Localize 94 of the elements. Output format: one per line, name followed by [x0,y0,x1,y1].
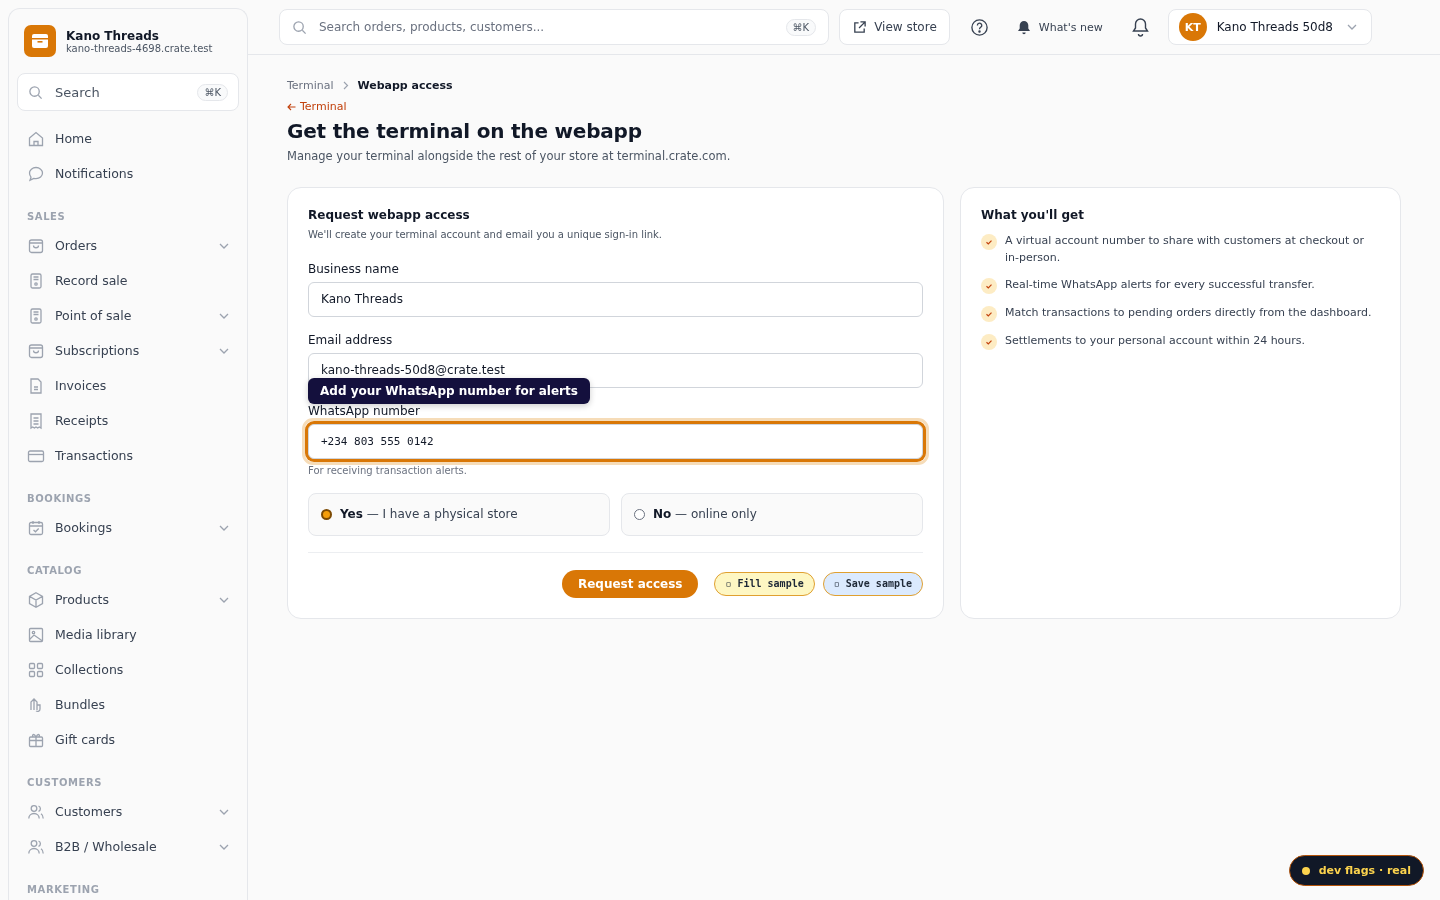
grid-icon [27,660,45,679]
whats-new-button[interactable]: What's new [1006,19,1113,35]
tooltip: Add your WhatsApp number for alerts [308,377,590,404]
nav-item[interactable]: Notifications [17,156,239,191]
store-name: Kano Threads [66,28,160,43]
search-icon [292,19,307,35]
field-label: Business name [308,261,400,276]
sidebar-search-field[interactable]: Search ⌘K [17,73,239,111]
benefit-text: Match transactions to pending orders directly from the dashboard. [1005,304,1372,321]
field-label: WhatsApp number [308,403,421,418]
bag-icon [27,236,45,255]
avatar: KT [1178,13,1207,41]
nav-item[interactable]: Bookings [17,510,239,545]
radio-option[interactable]: No — online only [621,492,923,536]
receipt-icon [27,411,45,430]
back-link[interactable]: Terminal [287,100,347,113]
search-input[interactable]: Search [53,83,188,101]
document-icon [27,376,45,395]
chevron-down-icon [219,347,229,354]
section-heading: MARKETING [26,883,101,897]
nav-item[interactable]: Home [17,121,239,156]
users-icon [27,802,45,821]
nav-item[interactable]: Customers [17,794,239,829]
nav-item[interactable]: Collections [17,652,239,687]
bell-icon [1016,19,1031,35]
chevron-down-icon [219,843,229,850]
section-heading: CUSTOMERS [26,776,104,790]
store-logo-icon [24,25,56,57]
section-heading: SALES [26,210,67,224]
nav-item[interactable]: Receipts [17,403,239,438]
nav-item[interactable]: Record sale [17,263,239,298]
benefit-text: Real-time WhatsApp alerts for every successful transfer. [1005,276,1315,293]
nav-item[interactable]: Subscriptions [17,333,239,368]
speech-bubble-icon [27,164,45,183]
breadcrumb-item[interactable]: Terminal [287,79,334,92]
nav-item[interactable]: Gift cards [17,722,239,757]
status-dot [1301,866,1310,875]
store-domain: kano-threads-4698.crate.test [66,42,213,54]
shortcut-hint: ⌘K [197,83,228,101]
account-menu-button[interactable]: KT Kano Threads 50d8 [1167,9,1372,45]
chevron-down-icon [219,242,229,249]
chevron-down-icon [219,524,229,531]
check-icon [981,277,997,294]
cube-icon [27,590,45,609]
external-link-icon [852,19,868,35]
fill-sample-button[interactable]: ▫ Fill sample [714,571,815,596]
arrow-left-icon [287,102,296,111]
nav-item[interactable]: Orders [17,228,239,263]
nav-item[interactable]: Products [17,582,239,617]
help-icon[interactable] [969,17,989,37]
save-sample-button[interactable]: ▫ Save sample [822,571,923,596]
home-icon [27,129,45,148]
helper-text: For receiving transaction alerts. [308,464,468,476]
input-field[interactable]: +234 803 555 0142 [308,423,923,459]
nav-item[interactable]: Invoices [17,368,239,403]
nav-item[interactable]: Transactions [17,438,239,473]
check-icon [981,233,997,250]
global-search-field[interactable]: Search orders, products, customers... ⌘K [279,9,830,45]
search-icon [28,84,43,100]
nav-item[interactable]: Media library [17,617,239,652]
benefit-text: A virtual account number to share with customers at checkout or in-person. [1005,232,1365,266]
bag-icon [27,341,45,360]
image-icon [27,625,45,644]
view-store-button[interactable]: View store [839,9,950,45]
field-label: Email address [308,332,394,347]
calendar-icon [27,518,45,537]
check-icon [981,333,997,350]
chevron-right-icon [342,81,349,90]
users-icon [27,837,45,856]
terminal-icon [27,306,45,325]
card-title: Request webapp access [308,207,471,222]
radio-option[interactable]: Yes — I have a physical store [308,492,610,536]
input-field[interactable]: Kano Threads [308,281,923,317]
chevron-down-icon [219,596,229,603]
page-subtitle: Manage your terminal alongside the rest of your store at terminal.crate.com. [287,148,732,163]
section-heading: CATALOG [26,564,83,578]
terminal-icon [27,271,45,290]
card-title: What you'll get [981,207,1085,222]
search-input[interactable]: Search orders, products, customers... [317,19,776,35]
shortcut-hint: ⌘K [785,18,817,36]
nav-item[interactable]: Bundles [17,687,239,722]
card-description: We'll create your terminal account and email you a unique sign-in link. [308,228,663,240]
dev-flags-badge[interactable]: dev flags · real [1288,855,1424,886]
chevron-down-icon [219,312,229,319]
page-title: Get the terminal on the webapp [287,118,643,143]
section-heading: BOOKINGS [26,492,93,506]
benefit-text: Settlements to your personal account within 24 hours. [1005,332,1306,349]
nav-item[interactable]: Point of sale [17,298,239,333]
chevron-down-icon [1347,24,1357,30]
breadcrumb-item: Webapp access [357,79,453,92]
bell-icon[interactable] [1130,17,1150,37]
nav-item[interactable]: B2B / Wholesale [17,829,239,864]
check-icon [981,305,997,322]
chevron-down-icon [219,808,229,815]
